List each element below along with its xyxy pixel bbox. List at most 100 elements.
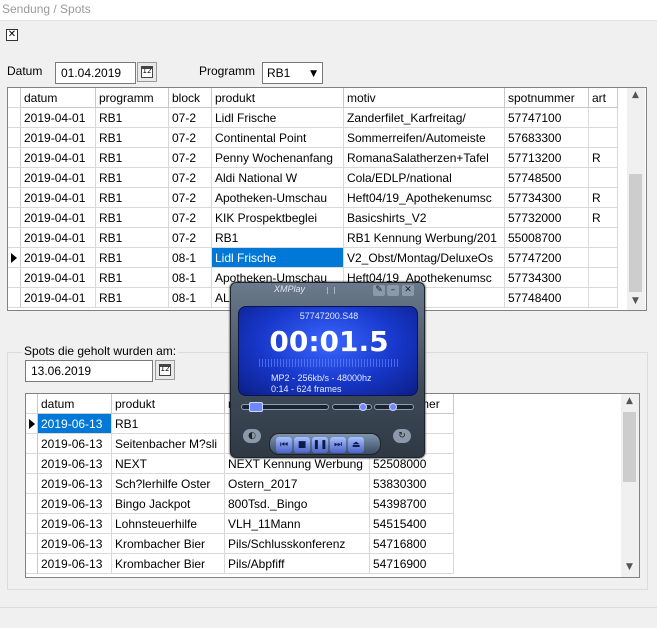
cell-motiv[interactable]: Cola/EDLP/national bbox=[344, 168, 505, 188]
cell-motiv[interactable]: 800Tsd._Bingo bbox=[225, 494, 370, 514]
cell-programm[interactable]: RB1 bbox=[96, 268, 169, 288]
seek-knob[interactable] bbox=[249, 402, 263, 412]
cell-datum[interactable]: 2019-06-13 bbox=[38, 494, 112, 514]
row-indicator[interactable] bbox=[26, 534, 38, 554]
close-icon[interactable]: ✕ bbox=[6, 29, 18, 41]
scroll-thumb[interactable] bbox=[623, 412, 636, 482]
cell-produkt[interactable]: Seitenbacher M?sli bbox=[112, 434, 225, 454]
cell-produkt[interactable]: Krombacher Bier bbox=[112, 554, 225, 574]
cell-programm[interactable]: RB1 bbox=[96, 208, 169, 228]
cell-spotnummer[interactable]: 57734300 bbox=[505, 188, 589, 208]
row-indicator[interactable] bbox=[26, 494, 38, 514]
cell-produkt[interactable]: Continental Point bbox=[212, 128, 344, 148]
datum-calendar-button[interactable]: 12 bbox=[137, 62, 157, 82]
cell-datum[interactable]: 2019-04-01 bbox=[21, 248, 96, 268]
cell-produkt[interactable]: NEXT bbox=[112, 454, 225, 474]
cell-produkt[interactable]: KIK Prospektbeglei bbox=[212, 208, 344, 228]
cell-spotnummer[interactable]: 55008700 bbox=[505, 228, 589, 248]
spots-calendar-button[interactable]: 12 bbox=[155, 360, 175, 380]
cell-datum[interactable]: 2019-06-13 bbox=[38, 514, 112, 534]
cell-programm[interactable]: RB1 bbox=[96, 128, 169, 148]
cell-spotnummer[interactable]: 57734300 bbox=[505, 268, 589, 288]
cell-programm[interactable]: RB1 bbox=[96, 148, 169, 168]
cell-spotnummer[interactable]: 57748400 bbox=[505, 288, 589, 308]
cell-block[interactable]: 08-1 bbox=[169, 248, 212, 268]
cell-datum[interactable]: 2019-04-01 bbox=[21, 128, 96, 148]
row-indicator[interactable] bbox=[26, 554, 38, 574]
column-header-produkt[interactable]: produkt bbox=[112, 394, 225, 414]
cell-art[interactable] bbox=[589, 288, 618, 308]
cell-spotnummer[interactable]: 54398700 bbox=[370, 494, 454, 514]
cell-spotnummer[interactable]: 54716800 bbox=[370, 534, 454, 554]
seek-bar[interactable] bbox=[241, 402, 329, 412]
cell-datum[interactable]: 2019-04-01 bbox=[21, 268, 96, 288]
cell-spotnummer[interactable]: 57748500 bbox=[505, 168, 589, 188]
balance-knob[interactable] bbox=[389, 403, 397, 411]
cell-datum[interactable]: 2019-06-13 bbox=[38, 454, 112, 474]
spots-date-field[interactable]: 13.06.2019 bbox=[25, 360, 153, 382]
minimize-icon[interactable]: – bbox=[387, 285, 399, 296]
cell-spotnummer[interactable]: 57747200 bbox=[505, 248, 589, 268]
cell-spotnummer[interactable]: 57732000 bbox=[505, 208, 589, 228]
column-header-produkt[interactable]: produkt bbox=[212, 88, 344, 108]
pause-icon[interactable]: ❚❚ bbox=[312, 437, 328, 453]
cell-motiv[interactable]: VLH_11Mann bbox=[225, 514, 370, 534]
cell-spotnummer[interactable]: 53830300 bbox=[370, 474, 454, 494]
wrench-icon[interactable]: ✎ bbox=[373, 285, 385, 296]
row-indicator[interactable] bbox=[8, 288, 21, 308]
scroll-thumb[interactable] bbox=[629, 174, 642, 292]
cell-block[interactable]: 07-2 bbox=[169, 108, 212, 128]
cell-programm[interactable]: RB1 bbox=[96, 108, 169, 128]
cell-block[interactable]: 07-2 bbox=[169, 188, 212, 208]
cell-produkt[interactable]: Penny Wochenanfang bbox=[212, 148, 344, 168]
cell-datum[interactable]: 2019-06-13 bbox=[38, 414, 112, 434]
eject-button-icon[interactable]: ⏏ bbox=[348, 437, 364, 453]
cell-produkt[interactable]: Lohnsteuerhilfe bbox=[112, 514, 225, 534]
cell-produkt[interactable]: RB1 bbox=[212, 228, 344, 248]
cell-art[interactable] bbox=[589, 248, 618, 268]
column-header-art[interactable]: art bbox=[589, 88, 618, 108]
cell-programm[interactable]: RB1 bbox=[96, 228, 169, 248]
cell-programm[interactable]: RB1 bbox=[96, 188, 169, 208]
cell-produkt[interactable]: Lidl Frische bbox=[212, 108, 344, 128]
cell-datum[interactable]: 2019-06-13 bbox=[38, 554, 112, 574]
scroll-up-icon[interactable]: ▲ bbox=[621, 396, 638, 406]
column-header-motiv[interactable]: motiv bbox=[344, 88, 505, 108]
cell-block[interactable]: 07-2 bbox=[169, 168, 212, 188]
cell-produkt[interactable]: Lidl Frische bbox=[212, 248, 344, 268]
row-indicator[interactable] bbox=[26, 434, 38, 454]
sendung-grid[interactable]: datum programm block produkt motiv spotnummer… bbox=[7, 87, 647, 311]
cell-block[interactable]: 07-2 bbox=[169, 128, 212, 148]
row-indicator[interactable] bbox=[8, 188, 21, 208]
next-icon[interactable]: ⏭ bbox=[330, 437, 346, 453]
cell-block[interactable]: 08-1 bbox=[169, 288, 212, 308]
row-indicator[interactable] bbox=[26, 474, 38, 494]
loop-icon[interactable]: ↻ bbox=[393, 429, 411, 443]
row-indicator[interactable] bbox=[8, 268, 21, 288]
scroll-down-icon[interactable]: ▼ bbox=[621, 562, 638, 572]
cell-motiv[interactable]: Ostern_2017 bbox=[225, 474, 370, 494]
cell-motiv[interactable]: Pils/Abpfiff bbox=[225, 554, 370, 574]
cell-art[interactable] bbox=[589, 228, 618, 248]
cell-spotnummer[interactable]: 57713200 bbox=[505, 148, 589, 168]
cell-motiv[interactable]: RomanaSalatherzen+Tafel bbox=[344, 148, 505, 168]
cell-block[interactable]: 07-2 bbox=[169, 148, 212, 168]
volume-knob[interactable] bbox=[359, 403, 367, 411]
cell-programm[interactable]: RB1 bbox=[96, 168, 169, 188]
previous-icon[interactable]: ⏮ bbox=[276, 437, 292, 453]
cell-art[interactable]: R bbox=[589, 148, 618, 168]
row-indicator[interactable] bbox=[8, 168, 21, 188]
column-header-spotnummer[interactable]: spotnummer bbox=[505, 88, 589, 108]
cell-motiv[interactable]: RB1 Kennung Werbung/201 bbox=[344, 228, 505, 248]
cell-datum[interactable]: 2019-06-13 bbox=[38, 534, 112, 554]
row-indicator[interactable] bbox=[8, 128, 21, 148]
column-header-block[interactable]: block bbox=[169, 88, 212, 108]
cell-art[interactable] bbox=[589, 108, 618, 128]
row-indicator[interactable] bbox=[26, 514, 38, 534]
balance-slider[interactable] bbox=[374, 403, 414, 411]
cell-produkt[interactable]: Apotheken-Umschau bbox=[212, 188, 344, 208]
cell-spotnummer[interactable]: 54716900 bbox=[370, 554, 454, 574]
cell-block[interactable]: 08-1 bbox=[169, 268, 212, 288]
cell-art[interactable]: R bbox=[589, 188, 618, 208]
cell-block[interactable]: 07-2 bbox=[169, 208, 212, 228]
